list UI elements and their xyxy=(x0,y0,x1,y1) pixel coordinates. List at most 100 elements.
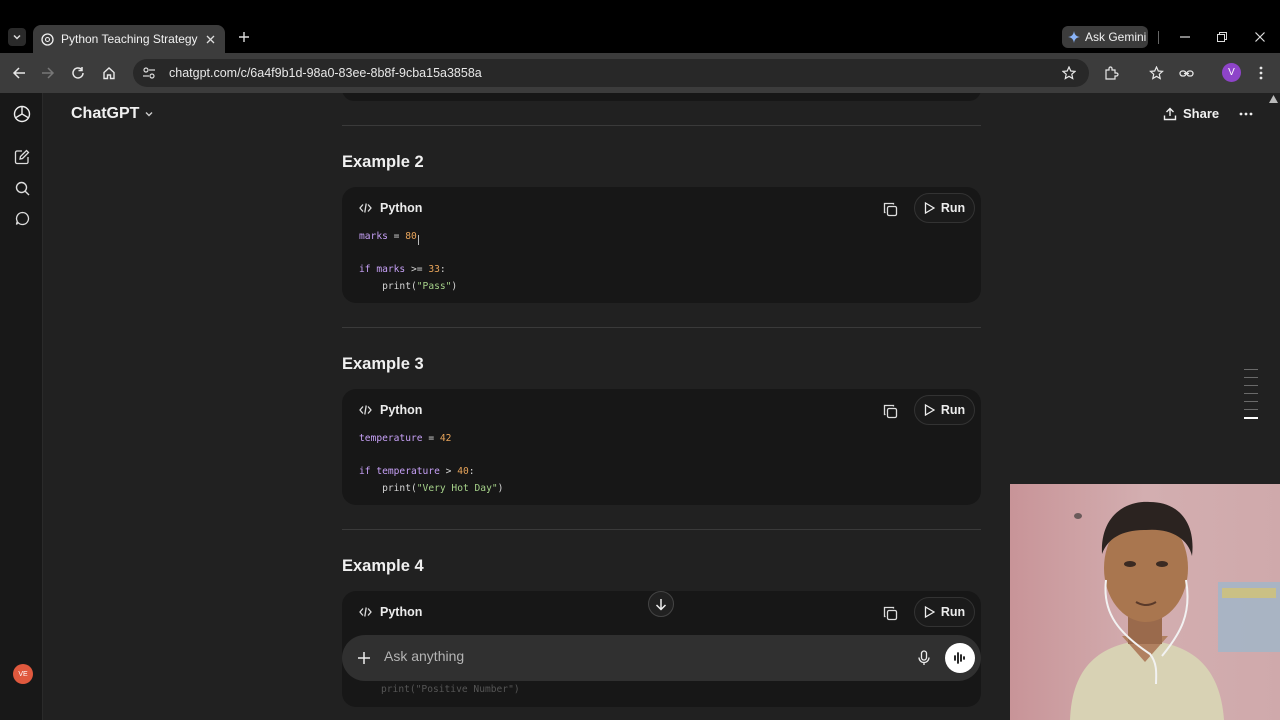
ask-gemini-button[interactable]: Ask Gemini xyxy=(1062,26,1148,48)
copy-code-button[interactable] xyxy=(880,199,900,219)
attach-button[interactable] xyxy=(354,648,374,668)
upload-icon xyxy=(1163,107,1177,120)
section-heading: Example 4 xyxy=(342,557,424,575)
message-input[interactable]: Ask anything xyxy=(384,648,464,664)
webcam-overlay xyxy=(1010,484,1280,720)
bookmarks-button[interactable] xyxy=(1147,64,1165,82)
code-token: temperature xyxy=(359,433,423,444)
run-code-button[interactable]: Run xyxy=(914,193,975,223)
openai-logo-icon[interactable] xyxy=(12,104,32,124)
play-icon xyxy=(924,606,935,618)
kebab-menu-icon xyxy=(1259,66,1263,80)
code-icon xyxy=(359,203,372,213)
code-icon xyxy=(359,405,372,415)
previous-code-block-end xyxy=(342,93,981,101)
code-token: > xyxy=(439,466,458,478)
waveform-icon xyxy=(954,652,965,664)
code-icon xyxy=(359,607,372,617)
arrow-down-icon xyxy=(655,598,667,611)
url-text: chatgpt.com/c/6a4f9b1d-98a0-83ee-8b8f-9c… xyxy=(169,66,482,80)
minimize-button[interactable] xyxy=(1176,28,1194,46)
bookmark-star-icon[interactable] xyxy=(1061,65,1077,81)
copy-icon xyxy=(883,202,897,216)
conversation-scroll-map[interactable] xyxy=(1244,369,1258,426)
tab-bar: Python Teaching Strategy Ask Gemini xyxy=(0,20,1280,53)
back-button[interactable] xyxy=(10,64,28,82)
run-label: Run xyxy=(940,605,966,619)
new-tab-button[interactable] xyxy=(235,28,253,46)
extensions-button[interactable] xyxy=(1102,64,1120,82)
copy-icon xyxy=(883,606,897,620)
search-icon xyxy=(15,181,29,195)
close-window-button[interactable] xyxy=(1251,28,1269,46)
voice-mode-button[interactable] xyxy=(945,643,975,673)
divider xyxy=(342,529,981,530)
mic-icon xyxy=(918,650,930,665)
code-token: : xyxy=(468,466,475,478)
window-top-strip xyxy=(0,0,1280,20)
message-composer[interactable]: Ask anything xyxy=(342,635,981,681)
code-token: if xyxy=(359,264,377,276)
copy-code-button[interactable] xyxy=(880,603,900,623)
play-icon xyxy=(924,202,935,214)
more-horizontal-icon xyxy=(1239,112,1253,116)
scroll-map-mark[interactable] xyxy=(1244,377,1258,378)
restore-button[interactable] xyxy=(1213,28,1231,46)
conversation-options-button[interactable] xyxy=(1237,105,1255,123)
tab-title: Python Teaching Strategy xyxy=(61,32,198,46)
chevron-down-icon xyxy=(13,34,21,40)
brand-title: ChatGPT xyxy=(71,105,140,122)
user-avatar[interactable]: VE xyxy=(13,664,33,684)
share-label: Share xyxy=(1183,106,1220,121)
play-icon xyxy=(924,404,935,416)
scroll-map-mark[interactable] xyxy=(1244,409,1258,410)
share-button[interactable]: Share xyxy=(1163,106,1219,121)
model-selector[interactable]: ChatGPT xyxy=(71,105,154,123)
reload-button[interactable] xyxy=(69,64,87,82)
scroll-to-bottom-button[interactable] xyxy=(648,591,674,617)
arrow-right-icon xyxy=(42,67,55,79)
run-code-button[interactable]: Run xyxy=(914,597,975,627)
edit-icon xyxy=(14,149,30,165)
link-button[interactable] xyxy=(1177,64,1195,82)
plus-icon xyxy=(358,652,370,664)
new-chat-button[interactable] xyxy=(12,147,32,167)
text-cursor xyxy=(418,235,419,245)
run-code-button[interactable]: Run xyxy=(914,395,975,425)
ask-gemini-label: Ask Gemini xyxy=(1085,30,1147,44)
chats-button[interactable] xyxy=(12,208,32,228)
divider xyxy=(342,125,981,126)
dictate-button[interactable] xyxy=(914,648,934,668)
plus-icon xyxy=(239,32,249,42)
link-icon xyxy=(1178,69,1194,77)
profile-avatar[interactable]: V xyxy=(1222,63,1241,82)
scroll-map-mark[interactable] xyxy=(1244,385,1258,386)
browser-menu-button[interactable] xyxy=(1252,64,1270,82)
scroll-map-mark[interactable] xyxy=(1244,393,1258,394)
forward-button[interactable] xyxy=(39,64,57,82)
code-line-behind-composer: print("Positive Number") xyxy=(381,684,520,695)
code-language: Python xyxy=(359,403,422,417)
restore-icon xyxy=(1217,32,1227,42)
code-token: "Very Hot Day" xyxy=(416,483,498,495)
copy-icon xyxy=(883,404,897,418)
copy-code-button[interactable] xyxy=(880,401,900,421)
divider xyxy=(342,327,981,328)
search-chats-button[interactable] xyxy=(12,178,32,198)
scroll-map-mark[interactable] xyxy=(1244,369,1258,370)
scroll-up-icon[interactable] xyxy=(1269,95,1278,103)
code-token: if xyxy=(359,466,377,478)
tab-close-icon[interactable] xyxy=(203,32,217,46)
home-button[interactable] xyxy=(100,64,118,82)
tabbar-separator xyxy=(1158,31,1159,44)
chevron-down-icon xyxy=(145,112,153,117)
section-heading: Example 2 xyxy=(342,153,424,171)
code-token: : xyxy=(439,264,446,276)
scroll-map-mark-active[interactable] xyxy=(1244,417,1258,419)
site-info-icon[interactable] xyxy=(141,65,157,81)
browser-tab-active[interactable]: Python Teaching Strategy xyxy=(33,25,225,53)
tab-search-button[interactable] xyxy=(8,28,26,46)
scroll-map-mark[interactable] xyxy=(1244,401,1258,402)
address-bar[interactable]: chatgpt.com/c/6a4f9b1d-98a0-83ee-8b8f-9c… xyxy=(133,59,1089,87)
code-token: temperature xyxy=(376,466,440,478)
